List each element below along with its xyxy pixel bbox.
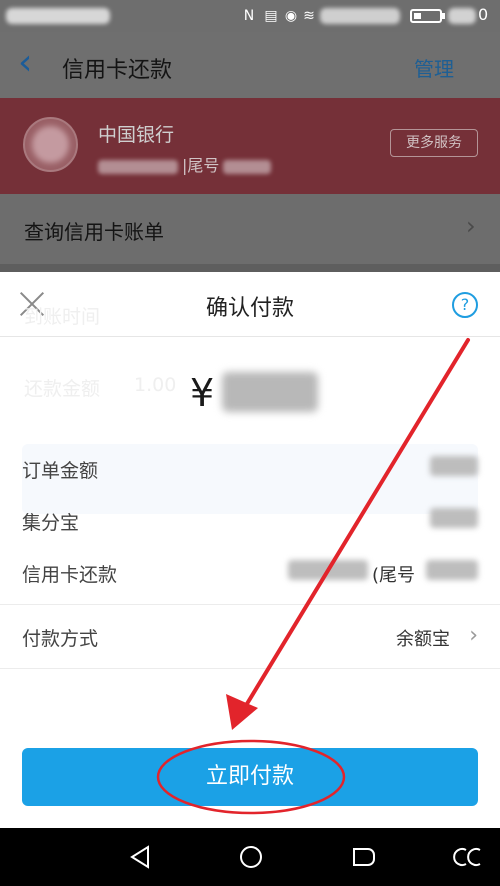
wifi-icon: ≋ xyxy=(303,8,315,24)
chevron-right-icon: › xyxy=(466,212,476,240)
card-tail-number: |尾号 xyxy=(98,152,272,176)
payment-method-value: 余额宝 xyxy=(396,629,450,650)
recent-apps-icon[interactable] xyxy=(348,842,378,872)
help-icon[interactable]: ? xyxy=(452,292,478,318)
battery-percent-masked xyxy=(448,8,476,24)
nfc-icon: N xyxy=(243,8,255,24)
order-amount-label: 订单金额 xyxy=(22,460,99,482)
card-name-masked xyxy=(288,560,368,580)
ghost-repay-amount: 还款金额 xyxy=(24,378,101,400)
query-bill-label: 查询信用卡账单 xyxy=(24,220,164,244)
battery-icon xyxy=(410,9,442,23)
ghost-repay-value: 1.00 xyxy=(134,374,177,396)
jifenbao-label: 集分宝 xyxy=(22,512,80,534)
manage-button[interactable]: 管理 xyxy=(414,53,454,82)
pay-now-button[interactable]: 立即付款 xyxy=(22,748,478,806)
status-time-masked xyxy=(6,8,110,24)
credit-card-repay-label: 信用卡还款 xyxy=(22,564,118,586)
app-header: ‹ 信用卡还款 管理 xyxy=(0,32,500,98)
sim-icon: ▤ xyxy=(264,8,278,24)
confirm-payment-dialog: 确认付款 ? 到账时间 还款金额 1.00 ¥ 订单金额 集分宝 信用卡还款 (… xyxy=(0,272,500,828)
chevron-right-icon: › xyxy=(469,623,478,648)
triangle-back-icon[interactable] xyxy=(126,842,156,872)
query-bill-row[interactable]: 查询信用卡账单 › xyxy=(0,194,500,264)
order-amount-value-masked xyxy=(430,456,478,476)
jifenbao-value-masked xyxy=(430,508,478,528)
circle-home-icon[interactable] xyxy=(236,842,266,872)
bank-card-panel: 中国银行 |尾号 更多服务 xyxy=(0,98,500,194)
status-signal-masked xyxy=(320,8,400,24)
double-circle-icon[interactable] xyxy=(450,842,490,872)
phone-screen: N ▤ ◉ ≋ 0 ‹ 信用卡还款 管理 中国银行 |尾号 更多服务 查询信用卡… xyxy=(0,0,500,886)
ghost-arrival-time: 到账时间 xyxy=(24,306,101,328)
card-tail-label: (尾号 xyxy=(372,565,416,586)
amount-value-masked xyxy=(222,372,318,412)
payment-method-label: 付款方式 xyxy=(22,628,99,650)
system-nav-bar xyxy=(0,828,500,886)
status-bar: N ▤ ◉ ≋ 0 xyxy=(0,0,500,32)
card-tail-masked xyxy=(426,560,478,580)
payment-amount: ¥ xyxy=(190,371,215,415)
chevron-left-icon[interactable]: ‹ xyxy=(18,45,48,82)
eye-icon: ◉ xyxy=(284,8,298,24)
page-title: 信用卡还款 xyxy=(62,58,173,83)
bank-name: 中国银行 xyxy=(98,124,175,146)
more-services-button[interactable]: 更多服务 xyxy=(390,129,478,157)
